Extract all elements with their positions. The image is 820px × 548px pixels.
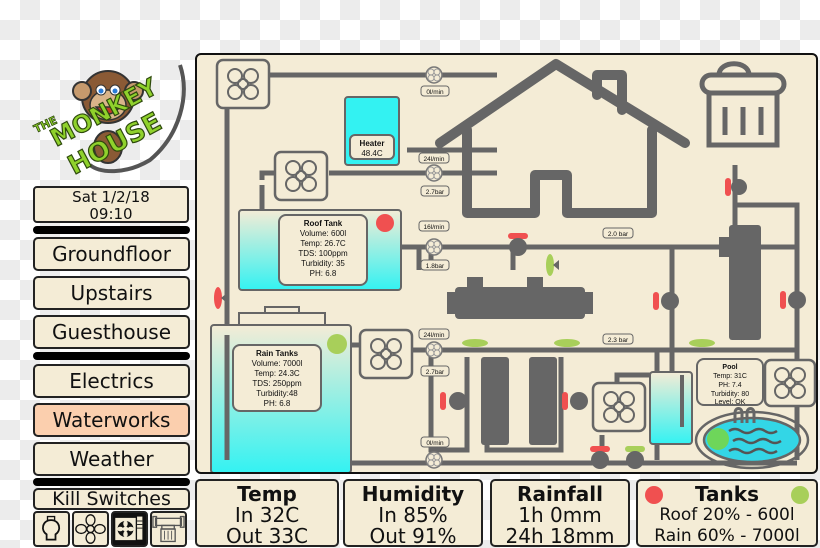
valve-closed[interactable] (590, 446, 610, 469)
valve-open[interactable] (625, 446, 645, 469)
roof-tank-temp: Temp: 26.7C (300, 239, 346, 248)
waterworks-diagram: Heater 48.4C Roof Tank Volume: 600l Temp… (195, 53, 818, 474)
fan-unit[interactable] (358, 328, 414, 380)
lightbulb-icon (42, 515, 61, 541)
pool-temp: Temp: 31C (713, 373, 747, 380)
top-flow-reading: 0l/min (426, 89, 444, 96)
roof-tank-tds: TDS: 100ppm (298, 249, 348, 258)
pool-ph: PH: 7.4 (718, 382, 741, 389)
tanks-rain: Rain 60% - 7000l (654, 526, 800, 546)
roof-tank-ph: PH: 6.8 (310, 269, 337, 278)
valve-open[interactable] (554, 339, 580, 347)
date-text: Sat 1/2/18 (72, 188, 150, 206)
humidity-card: Humidity In 85% Out 91% (343, 479, 483, 547)
kill-lights-button[interactable] (33, 511, 70, 547)
roof-tank-title: Roof Tank (304, 219, 343, 228)
fan-unit[interactable] (591, 381, 647, 433)
pump-icon (152, 515, 185, 543)
fan-icon (75, 514, 106, 544)
heater-pressure-reading: 2.7bar (426, 189, 445, 196)
valve-closed[interactable] (653, 292, 679, 310)
fan-unit[interactable] (215, 58, 271, 110)
tanks-card: Tanks Roof 20% - 600l Rain 60% - 7000l (636, 479, 818, 547)
date-time-display: Sat 1/2/18 09:10 (33, 186, 189, 223)
flow-meter-roof[interactable] (425, 238, 443, 256)
temp-outside: Out 33C (225, 524, 309, 548)
valve-closed[interactable] (562, 392, 588, 410)
flow-meter-heater[interactable] (425, 164, 443, 182)
rainfall-card: Rainfall 1h 0mm 24h 18mm (490, 479, 630, 547)
heater-flow-reading: 24l/min (424, 156, 445, 163)
valve-closed[interactable] (725, 178, 747, 196)
kill-fans-button[interactable] (72, 511, 109, 547)
nav-guesthouse-button[interactable]: Guesthouse (33, 315, 190, 349)
roof-flow-reading: 16l/min (424, 224, 445, 231)
temp-title: Temp (237, 482, 297, 506)
bin-icon (699, 61, 787, 148)
roof-pressure-reading: 1.8bar (426, 263, 445, 270)
rain-tanks-turbidity: Turbidity:48 (256, 389, 298, 398)
nav-electrics-button[interactable]: Electrics (33, 364, 190, 398)
rainfall-title: Rainfall (517, 482, 603, 506)
heater-value: 48.4C (361, 149, 383, 158)
rain-tanks-volume: Volume: 7000l (252, 359, 303, 368)
humidity-outside: Out 91% (369, 524, 457, 548)
kill-pumps-button[interactable] (150, 511, 187, 547)
fan-unit[interactable] (273, 150, 329, 202)
pool-title: Pool (722, 364, 737, 371)
rainfall-1h: 1h 0mm (518, 503, 602, 527)
humidity-inside: In 85% (378, 503, 448, 527)
roof-tank-turbidity: Turbidity: 35 (301, 259, 345, 268)
valve-open[interactable] (546, 254, 559, 276)
tanks-roof: Roof 20% - 600l (659, 505, 795, 525)
time-text: 09:10 (89, 205, 133, 223)
pool-turbidity: Turbidity: 80 (711, 391, 749, 398)
rain-tank-status-dot (791, 486, 809, 504)
rain-tanks-tds: TDS: 250ppm (252, 379, 302, 388)
filter-pressure-reading: 2.3 bar (608, 337, 629, 344)
monkey-house-logo: THE MONKEY HOUSE (30, 55, 205, 185)
humidity-title: Humidity (361, 482, 465, 506)
valve-open[interactable] (462, 339, 488, 347)
valve-closed[interactable] (780, 291, 806, 309)
rain-tanks-title: Rain Tanks (256, 349, 299, 358)
nav-separator (33, 478, 190, 486)
kill-switches-button[interactable]: Kill Switches (33, 488, 190, 510)
temp-card: Temp In 32C Out 33C (195, 479, 339, 547)
roof-tank-status-dot (645, 486, 663, 504)
rain-tanks-ph: PH: 6.8 (264, 399, 291, 408)
fan-unit[interactable] (763, 358, 816, 408)
valve-closed[interactable] (508, 233, 528, 256)
valve-closed[interactable] (440, 392, 467, 410)
pool-level: Level: OK (715, 399, 746, 406)
bottom-flow-reading: 0l/min (426, 440, 444, 447)
flow-meter-rain[interactable] (425, 341, 443, 359)
heater-title: Heater (360, 139, 385, 148)
rainfall-24h: 24h 18mm (505, 524, 615, 548)
rain-tanks-temp: Temp: 24.3C (254, 369, 300, 378)
buffer-tank (649, 371, 693, 445)
pool-status-indicator (707, 428, 729, 450)
rain-tanks-status-indicator (327, 334, 347, 354)
nav-weather-button[interactable]: Weather (33, 442, 190, 476)
main-pressure-reading: 2.0 bar (608, 231, 629, 238)
nav-separator (33, 226, 190, 234)
air-conditioner-icon (115, 516, 143, 541)
valve-open[interactable] (689, 339, 715, 347)
nav-upstairs-button[interactable]: Upstairs (33, 276, 190, 310)
flow-meter-bottom[interactable] (425, 451, 443, 469)
nav-groundfloor-button[interactable]: Groundfloor (33, 237, 190, 271)
nav-waterworks-button[interactable]: Waterworks (33, 403, 190, 437)
temp-inside: In 32C (234, 503, 300, 527)
nav-separator (33, 352, 190, 360)
tanks-title: Tanks (694, 482, 759, 506)
kill-aircon-button[interactable] (111, 511, 148, 547)
rain-pressure-reading: 2.7bar (426, 369, 445, 376)
rain-flow-reading: 24l/min (424, 332, 445, 339)
roof-tank-status-indicator (376, 214, 394, 232)
flow-meter-top[interactable] (425, 66, 443, 84)
house-icon (435, 59, 690, 218)
roof-tank-volume: Volume: 600l (300, 229, 346, 238)
